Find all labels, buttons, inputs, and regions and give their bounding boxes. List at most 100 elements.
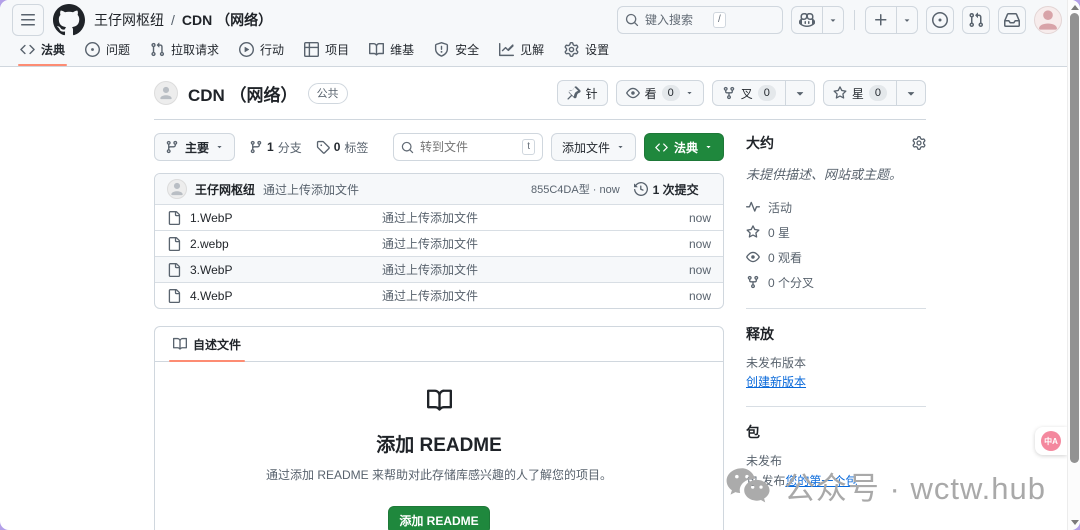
tab-settings[interactable]: 设置 (554, 40, 619, 66)
tab-pull-requests[interactable]: 拉取请求 (140, 40, 229, 66)
file-name[interactable]: 3.WebP (190, 263, 232, 277)
tab-wiki[interactable]: 维基 (359, 40, 424, 66)
tab-security[interactable]: 安全 (424, 40, 489, 66)
forks-stat[interactable]: 0 个分叉 (746, 270, 926, 295)
avatar-image (159, 86, 173, 100)
page-scrollbar[interactable] (1067, 0, 1080, 530)
scrollbar-up-arrow[interactable] (1071, 5, 1079, 10)
breadcrumb-repo[interactable]: CDN （网络） (182, 10, 272, 30)
commit-author-avatar[interactable] (167, 179, 187, 199)
create-new-dropdown[interactable] (896, 7, 917, 33)
breadcrumb-owner[interactable]: 王仔网枢纽 (94, 10, 164, 30)
create-new-button[interactable] (865, 6, 918, 34)
watermark-text: 公众号 · wctw.hub (783, 471, 1046, 506)
branches-link[interactable]: 1 分支 (249, 139, 302, 156)
readme-tabbar: 自述文件 (155, 327, 723, 362)
github-logo[interactable] (53, 4, 85, 36)
git-branch-icon (249, 140, 263, 154)
file-icon (167, 237, 181, 251)
user-avatar[interactable] (1034, 6, 1062, 34)
tags-count: 0 (333, 140, 341, 154)
file-commit-time: now (688, 288, 711, 303)
tab-label: 行动 (260, 43, 285, 57)
fork-dropdown[interactable] (785, 80, 815, 106)
releases-title: 释放 (746, 325, 774, 342)
tab-label: 见解 (520, 43, 545, 57)
scrollbar-thumb[interactable] (1070, 13, 1079, 463)
scrollbar-down-arrow[interactable] (1071, 520, 1079, 525)
search-input[interactable] (645, 13, 707, 27)
repo-owner-avatar[interactable] (154, 81, 178, 105)
pin-button[interactable]: 针 (556, 80, 608, 106)
watch-button[interactable]: 看 0 (615, 80, 704, 106)
about-title: 大约 (746, 135, 774, 151)
table-row[interactable]: 3.WebP 通过上传添加文件 now (155, 256, 723, 282)
code-toolbar: 主要 1 分支 0 标签 转到文件 t 添加文件 法典 (154, 133, 724, 161)
file-commit-message[interactable]: 通过上传添加文件 (382, 261, 651, 278)
copilot-dropdown[interactable] (822, 7, 843, 33)
file-icon (167, 289, 181, 303)
about-section: 大约 未提供描述、网站或主题。 活动 0 星 0 观看 0 个分叉 (746, 133, 926, 295)
tab-insights[interactable]: 见解 (489, 40, 554, 66)
global-search[interactable]: / (617, 6, 783, 34)
repo-title[interactable]: CDN （网络） (188, 81, 298, 106)
file-commit-message[interactable]: 通过上传添加文件 (382, 209, 651, 226)
star-dropdown[interactable] (897, 80, 926, 106)
git-pull-request-icon (150, 42, 165, 57)
tab-label: 法典 (41, 43, 66, 57)
table-row[interactable]: 2.webp 通过上传添加文件 now (155, 230, 723, 256)
header-divider (854, 10, 855, 30)
tab-projects[interactable]: 项目 (294, 40, 359, 66)
activity-link[interactable]: 活动 (746, 195, 926, 220)
issues-dashboard-button[interactable] (926, 6, 954, 34)
chevron-down-icon (616, 142, 625, 151)
readme-tab[interactable]: 自述文件 (163, 327, 251, 362)
file-icon (167, 211, 181, 225)
fork-button[interactable]: 叉 0 (711, 80, 786, 106)
about-description: 未提供描述、网站或主题。 (746, 167, 903, 182)
commit-hash-time[interactable]: 855C4DA型 · now (531, 181, 620, 197)
commit-count-link[interactable]: 1 次提交 (634, 181, 699, 198)
project-icon (304, 42, 319, 57)
stars-stat[interactable]: 0 星 (746, 220, 926, 245)
star-button[interactable]: 星 0 (822, 80, 897, 106)
table-row[interactable]: 4.WebP 通过上传添加文件 now (155, 282, 723, 308)
tags-link[interactable]: 0 标签 (316, 139, 369, 156)
stat-label: 0 星 (768, 225, 791, 240)
file-name[interactable]: 4.WebP (190, 289, 232, 303)
go-to-file-search[interactable]: t (392, 133, 543, 161)
watchers-stat[interactable]: 0 观看 (746, 245, 926, 270)
releases-section: 释放 未发布版本 创建新版本 (746, 324, 926, 394)
github-mark-icon (53, 4, 85, 36)
inbox-button[interactable] (998, 6, 1026, 34)
copilot-button[interactable] (791, 6, 844, 34)
tab-actions[interactable]: 行动 (229, 40, 294, 66)
go-to-file-input[interactable] (419, 140, 490, 154)
translate-button[interactable]: 中A (1041, 431, 1061, 451)
commit-author[interactable]: 王仔网枢纽 (195, 181, 255, 198)
issue-opened-icon (85, 42, 100, 57)
file-name[interactable]: 1.WebP (190, 211, 232, 225)
add-readme-button[interactable]: 添加 README (388, 506, 490, 530)
commit-count-label: 1 次提交 (652, 182, 699, 197)
git-branch-icon (165, 140, 179, 154)
tab-issues[interactable]: 问题 (75, 40, 140, 66)
file-commit-message[interactable]: 通过上传添加文件 (382, 235, 651, 252)
add-file-button[interactable]: 添加文件 (550, 133, 636, 161)
gear-icon[interactable] (912, 136, 926, 150)
create-release-link[interactable]: 创建新版本 (746, 375, 806, 389)
hamburger-menu-button[interactable] (12, 4, 44, 36)
file-commit-message[interactable]: 通过上传添加文件 (382, 287, 651, 304)
stat-label: 0 个分叉 (768, 275, 815, 290)
translate-fab-container: 中A (1035, 427, 1067, 455)
pull-requests-dashboard-button[interactable] (962, 6, 990, 34)
table-row[interactable]: 1.WebP 通过上传添加文件 now (155, 204, 723, 230)
tags-label: 标签 (344, 140, 369, 155)
branch-selector-button[interactable]: 主要 (154, 133, 236, 161)
releases-empty-text: 未发布版本 (746, 355, 807, 370)
file-name[interactable]: 2.webp (190, 237, 229, 251)
code-download-button[interactable]: 法典 (643, 133, 724, 161)
tab-code[interactable]: 法典 (10, 40, 75, 66)
tag-icon (316, 140, 330, 154)
commit-message[interactable]: 通过上传添加文件 (263, 181, 359, 198)
